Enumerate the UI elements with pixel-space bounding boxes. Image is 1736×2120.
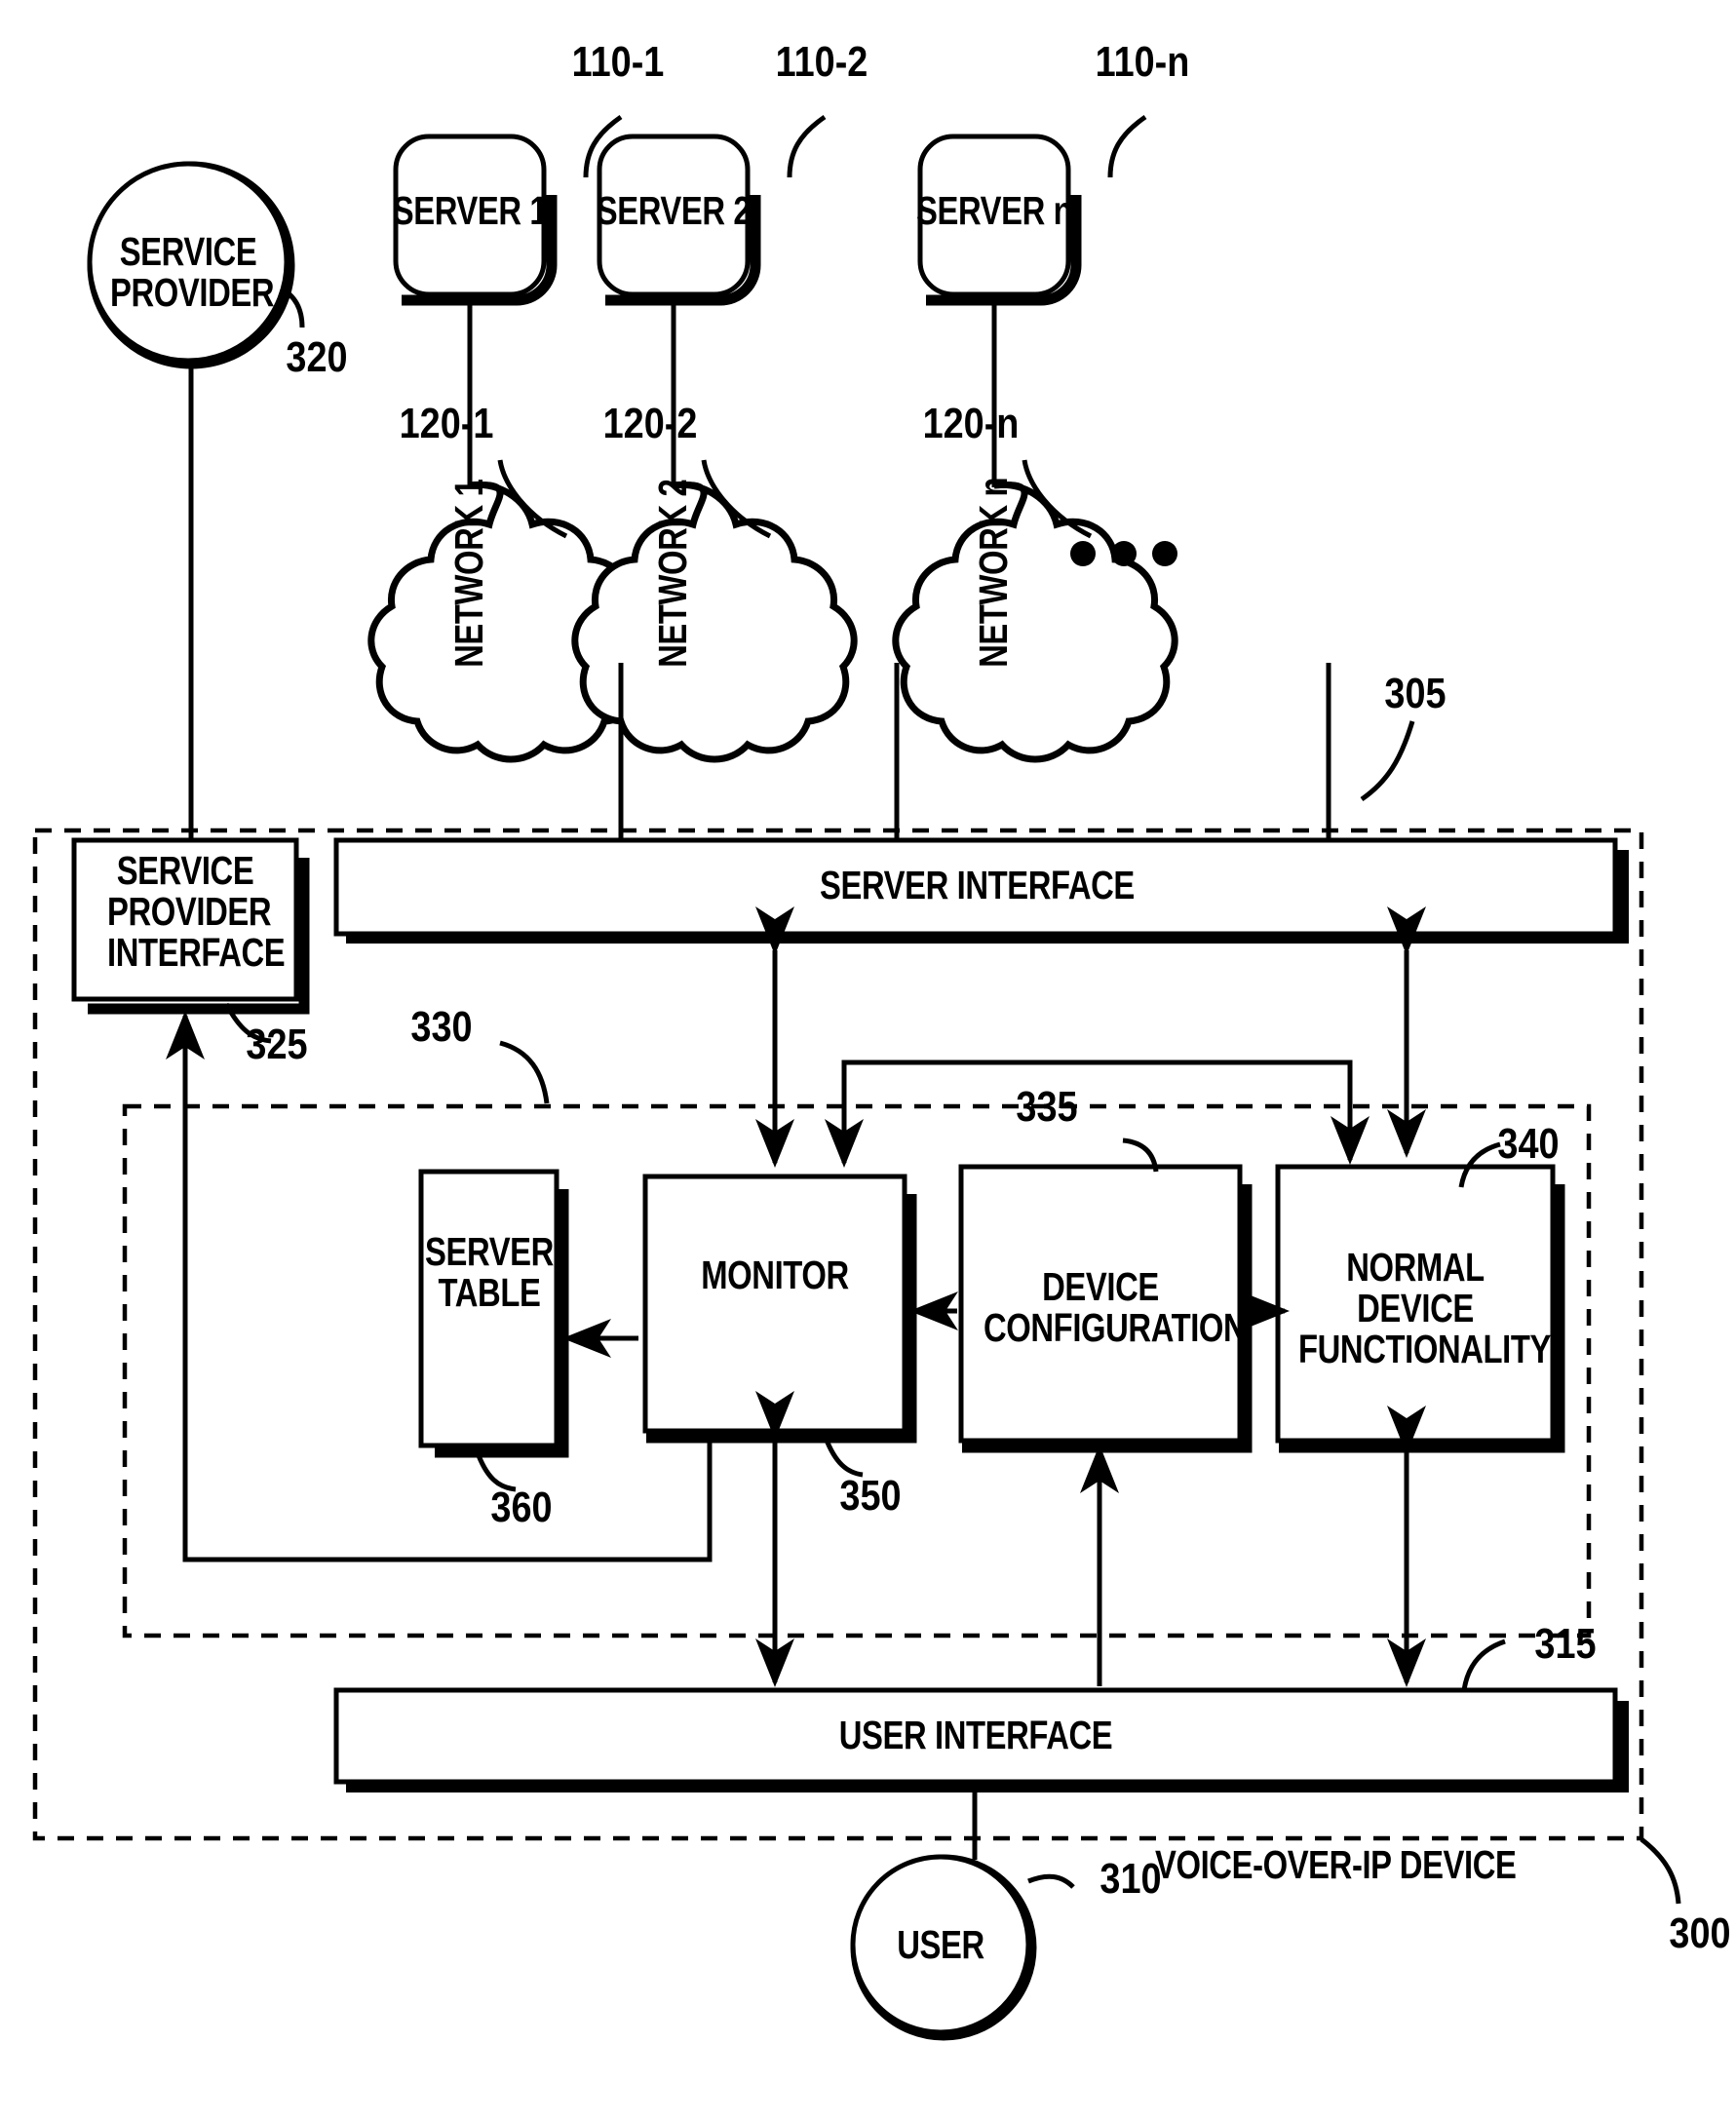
service-provider-label-line2: PROVIDER	[110, 270, 275, 315]
user-label: USER	[897, 1922, 984, 1967]
network-1-label: NETWORK 1	[446, 479, 492, 668]
ref-120-n: 120-n	[922, 400, 1020, 447]
ref-300: 300	[1669, 1909, 1731, 1957]
ref-110-n: 110-n	[1095, 38, 1190, 86]
monitor-shape	[642, 1174, 917, 1444]
ref-310: 310	[1099, 1855, 1162, 1903]
server-table-line1: SERVER	[425, 1229, 554, 1274]
network-2-cloud	[571, 481, 858, 763]
service-provider-interface-line1: SERVICE	[116, 848, 254, 893]
ref-325: 325	[246, 1021, 308, 1068]
normal-device-functionality-line1: NORMAL	[1346, 1245, 1485, 1290]
ref-120-2: 120-2	[602, 400, 698, 447]
normal-device-functionality-line2: DEVICE	[1357, 1286, 1474, 1330]
service-provider-interface-line3: INTERFACE	[107, 930, 286, 975]
ref-110-2: 110-2	[775, 38, 868, 86]
network-2-label: NETWORK 2	[650, 479, 696, 668]
ref-335: 335	[1016, 1083, 1078, 1131]
user-interface-label: USER INTERFACE	[838, 1713, 1113, 1757]
device-configuration-line1: DEVICE	[1042, 1264, 1159, 1309]
server-1-label: SERVER 1	[392, 188, 548, 233]
server-interface-label: SERVER INTERFACE	[820, 863, 1135, 907]
ref-330: 330	[410, 1003, 473, 1051]
ref-120-1: 120-1	[399, 400, 494, 447]
ref-110-1: 110-1	[571, 38, 665, 86]
ref-340: 340	[1497, 1120, 1560, 1168]
figure-canvas: 110-1 110-2 110-n SERVER 1 SERVER 2 SERV…	[0, 0, 1736, 2120]
normal-device-functionality-line3: FUNCTIONALITY	[1298, 1327, 1551, 1371]
leader-300	[1640, 1837, 1681, 1905]
leader-310	[1027, 1873, 1075, 1889]
network-n-label: NETWORK n	[971, 477, 1017, 668]
leader-315	[1461, 1638, 1506, 1691]
ellipsis-dot-2	[1111, 541, 1137, 566]
ellipsis-dot-1	[1070, 541, 1096, 566]
leader-350	[823, 1437, 864, 1478]
ref-360: 360	[490, 1484, 553, 1531]
ellipsis-dot-3	[1152, 541, 1177, 566]
network-n-cloud	[892, 481, 1178, 763]
leader-110-n	[1107, 114, 1147, 178]
ref-350: 350	[839, 1472, 902, 1520]
leader-305	[1360, 720, 1415, 802]
service-provider-label-line1: SERVICE	[119, 229, 257, 274]
leader-330	[499, 1040, 550, 1104]
server-table-line2: TABLE	[438, 1270, 541, 1315]
ref-320: 320	[286, 333, 348, 381]
voip-device-group-label: VOICE-OVER-IP DEVICE	[1155, 1842, 1517, 1887]
ref-315: 315	[1534, 1620, 1597, 1668]
server-2-label: SERVER 2	[596, 188, 752, 233]
server-n-label: SERVER n	[916, 188, 1073, 233]
leader-110-2	[787, 114, 827, 178]
device-configuration-line2: CONFIGURATION	[984, 1305, 1247, 1350]
ref-305: 305	[1384, 670, 1447, 717]
service-provider-interface-line2: PROVIDER	[107, 889, 272, 934]
monitor-label: MONITOR	[701, 1253, 849, 1297]
